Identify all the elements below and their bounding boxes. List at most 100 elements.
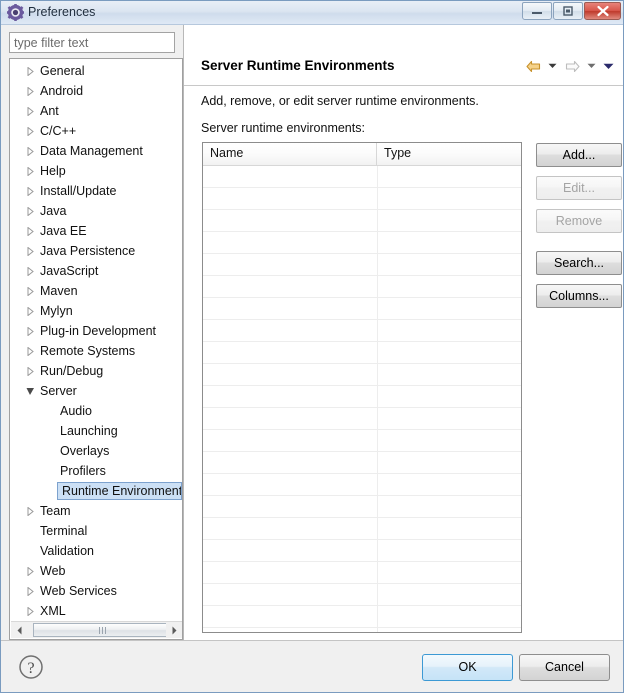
sidebar-item-c-c[interactable]: C/C++ <box>10 121 182 141</box>
table-row[interactable] <box>203 606 521 628</box>
table-row[interactable] <box>203 562 521 584</box>
chevron-right-icon[interactable] <box>24 241 36 261</box>
ok-button[interactable]: OK <box>422 654 513 681</box>
sidebar-item-overlays[interactable]: Overlays <box>10 441 182 461</box>
sidebar-item-label: Server <box>40 384 77 398</box>
sidebar-item-help[interactable]: Help <box>10 161 182 181</box>
chevron-right-icon[interactable] <box>24 181 36 201</box>
help-question-icon[interactable]: ? <box>18 654 44 680</box>
table-row[interactable] <box>203 496 521 518</box>
chevron-right-icon[interactable] <box>24 601 36 621</box>
table-row[interactable] <box>203 540 521 562</box>
back-history-chevron-down-icon[interactable] <box>546 57 559 75</box>
sidebar-item-server[interactable]: Server <box>10 381 182 401</box>
chevron-right-icon[interactable] <box>24 501 36 521</box>
edit-button: Edit... <box>536 176 622 200</box>
search-button[interactable]: Search... <box>536 251 622 275</box>
table-row[interactable] <box>203 298 521 320</box>
sidebar-item-web-services[interactable]: Web Services <box>10 581 182 601</box>
forward-history-chevron-down-icon[interactable] <box>585 57 598 75</box>
table-row[interactable] <box>203 408 521 430</box>
sidebar-item-profilers[interactable]: Profilers <box>10 461 182 481</box>
cancel-button[interactable]: Cancel <box>519 654 610 681</box>
sidebar-item-runtime-environment[interactable]: Runtime Environment <box>10 481 182 501</box>
chevron-right-icon[interactable] <box>24 161 36 181</box>
filter-input[interactable] <box>9 32 175 53</box>
sidebar-item-maven[interactable]: Maven <box>10 281 182 301</box>
table-row[interactable] <box>203 628 521 632</box>
table-row[interactable] <box>203 166 521 188</box>
preferences-tree[interactable]: General Android Ant C/C++ Data Management Hel… <box>9 58 183 640</box>
table-row[interactable] <box>203 364 521 386</box>
table-row[interactable] <box>203 254 521 276</box>
sidebar-item-ant[interactable]: Ant <box>10 101 182 121</box>
sidebar-item-mylyn[interactable]: Mylyn <box>10 301 182 321</box>
table-row[interactable] <box>203 518 521 540</box>
sidebar-item-validation[interactable]: Validation <box>10 541 182 561</box>
table-row[interactable] <box>203 452 521 474</box>
chevron-right-icon[interactable] <box>24 341 36 361</box>
restore-button[interactable] <box>553 2 583 20</box>
sidebar-item-java-ee[interactable]: Java EE <box>10 221 182 241</box>
preferences-dialog: Preferences type filter text General And… <box>0 0 624 693</box>
chevron-right-icon[interactable] <box>24 81 36 101</box>
sidebar-item-audio[interactable]: Audio <box>10 401 182 421</box>
chevron-right-icon[interactable] <box>24 361 36 381</box>
table-row[interactable] <box>203 188 521 210</box>
sidebar-item-run-debug[interactable]: Run/Debug <box>10 361 182 381</box>
columns-button[interactable]: Columns... <box>536 284 622 308</box>
chevron-right-icon[interactable] <box>24 201 36 221</box>
chevron-right-icon[interactable] <box>24 321 36 341</box>
chevron-right-icon[interactable] <box>24 101 36 121</box>
sidebar-item-launching[interactable]: Launching <box>10 421 182 441</box>
chevron-right-icon[interactable] <box>24 141 36 161</box>
table-row[interactable] <box>203 584 521 606</box>
sidebar-item-terminal[interactable]: Terminal <box>10 521 182 541</box>
scrollbar-thumb[interactable] <box>33 623 172 637</box>
sidebar-item-java[interactable]: Java <box>10 201 182 221</box>
table-row[interactable] <box>203 320 521 342</box>
table-row[interactable] <box>203 474 521 496</box>
table-row[interactable] <box>203 342 521 364</box>
minimize-button[interactable] <box>522 2 552 20</box>
column-divider <box>377 540 378 561</box>
table-row[interactable] <box>203 210 521 232</box>
chevron-right-icon[interactable] <box>24 261 36 281</box>
table-row[interactable] <box>203 386 521 408</box>
table-row[interactable] <box>203 430 521 452</box>
column-header-type[interactable]: Type <box>377 143 521 165</box>
sidebar-item-label: Maven <box>40 284 78 298</box>
close-button[interactable] <box>584 2 621 20</box>
chevron-right-icon[interactable] <box>24 281 36 301</box>
sidebar-item-install-update[interactable]: Install/Update <box>10 181 182 201</box>
sidebar-item-general[interactable]: General <box>10 61 182 81</box>
chevron-right-icon[interactable] <box>24 561 36 581</box>
add-button[interactable]: Add... <box>536 143 622 167</box>
sidebar-item-xml[interactable]: XML <box>10 601 182 621</box>
table-row[interactable] <box>203 276 521 298</box>
chevron-down-icon[interactable] <box>24 381 36 401</box>
tree-item-list: General Android Ant C/C++ Data Management Hel… <box>10 61 182 621</box>
sidebar-item-web[interactable]: Web <box>10 561 182 581</box>
sidebar-item-javascript[interactable]: JavaScript <box>10 261 182 281</box>
chevron-right-icon[interactable] <box>24 61 36 81</box>
column-divider <box>377 606 378 627</box>
sidebar-item-data-management[interactable]: Data Management <box>10 141 182 161</box>
view-menu-chevron-down-icon[interactable] <box>602 57 615 75</box>
table-row[interactable] <box>203 232 521 254</box>
chevron-right-icon[interactable] <box>24 221 36 241</box>
chevron-right-icon[interactable] <box>24 301 36 321</box>
scroll-right-icon[interactable] <box>166 622 182 638</box>
sidebar-item-android[interactable]: Android <box>10 81 182 101</box>
column-header-name[interactable]: Name <box>203 143 377 165</box>
runtime-environments-table[interactable]: Name Type <box>202 142 522 633</box>
sidebar-item-plug-in-development[interactable]: Plug-in Development <box>10 321 182 341</box>
back-arrow-icon[interactable] <box>524 57 542 75</box>
chevron-right-icon[interactable] <box>24 121 36 141</box>
sidebar-item-team[interactable]: Team <box>10 501 182 521</box>
scroll-left-icon[interactable] <box>11 622 28 638</box>
sidebar-item-java-persistence[interactable]: Java Persistence <box>10 241 182 261</box>
sidebar-item-remote-systems[interactable]: Remote Systems <box>10 341 182 361</box>
tree-horizontal-scrollbar[interactable] <box>11 621 182 638</box>
chevron-right-icon[interactable] <box>24 581 36 601</box>
